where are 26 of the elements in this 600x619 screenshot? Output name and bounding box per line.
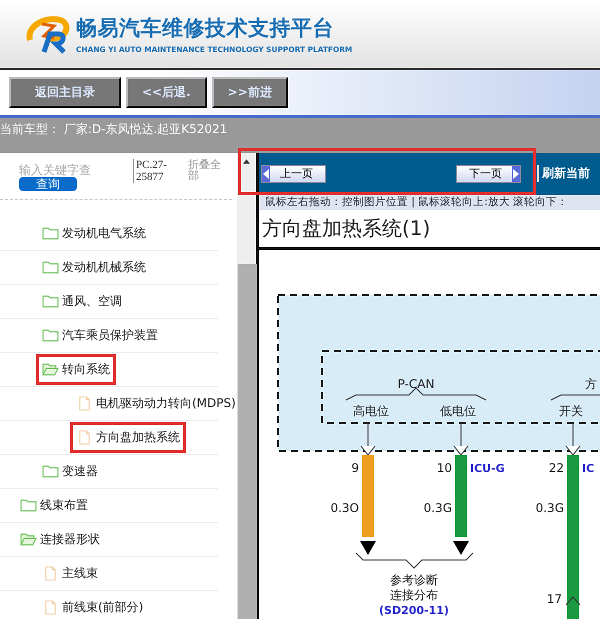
tree-item[interactable]: 前线束(前部分) xyxy=(36,592,150,619)
tree-item[interactable]: 发动机机械系统 xyxy=(36,252,152,283)
tree-item[interactable]: 发动机电气系统 xyxy=(36,218,152,249)
code-text: PC.27-25877 xyxy=(133,159,180,183)
tree-item[interactable]: 线束布置 xyxy=(14,490,94,521)
previous-page-button[interactable]: 上一页 xyxy=(261,164,326,183)
tree-item[interactable]: 汽车乘员保护装置 xyxy=(36,320,164,351)
page-title: 方向盘加热系统(1) xyxy=(259,210,600,250)
tree-item[interactable]: 变速器 xyxy=(36,456,104,487)
wiring-diagram: P-CAN 高电位 低电位 方 开关 9 0.3O 10 0.3G ICU-G 22 0.3G IC 参考诊断 连接分布 (SD200-11) 17 xyxy=(259,250,600,619)
site-title: 畅易汽车维修技术支持平台 xyxy=(76,15,335,42)
hint-text: 鼠标左右拖动：控制图片位置 | 鼠标滚轮向上:放大 滚轮向下： xyxy=(259,194,600,210)
toolbar-button[interactable]: >>前进 xyxy=(212,77,288,108)
refresh-link[interactable]: 刷新当前 xyxy=(537,165,590,182)
tree-item[interactable]: 连接器形状 xyxy=(14,524,106,555)
toolbar-button[interactable]: 返回主目录 xyxy=(9,77,121,108)
current-model-text: 当前车型： 厂家:D-东风悦达.起亚K52021 xyxy=(0,122,228,136)
next-page-button[interactable]: 下一页 xyxy=(456,164,521,183)
tree-item[interactable]: 转向系统 xyxy=(36,354,116,385)
tree-item[interactable]: 主线束 xyxy=(36,558,104,589)
search-button[interactable]: 查询 xyxy=(19,177,77,191)
search-field[interactable]: 输入关键字查 xyxy=(19,159,123,177)
toolbar-button[interactable]: <<后退. xyxy=(126,77,207,108)
tree-item[interactable]: 通风、空调 xyxy=(36,286,128,317)
tree-item[interactable]: 电机驱动动力转向(MDPS) xyxy=(70,388,237,419)
tree-item[interactable]: 方向盘加热系统 xyxy=(70,422,186,453)
